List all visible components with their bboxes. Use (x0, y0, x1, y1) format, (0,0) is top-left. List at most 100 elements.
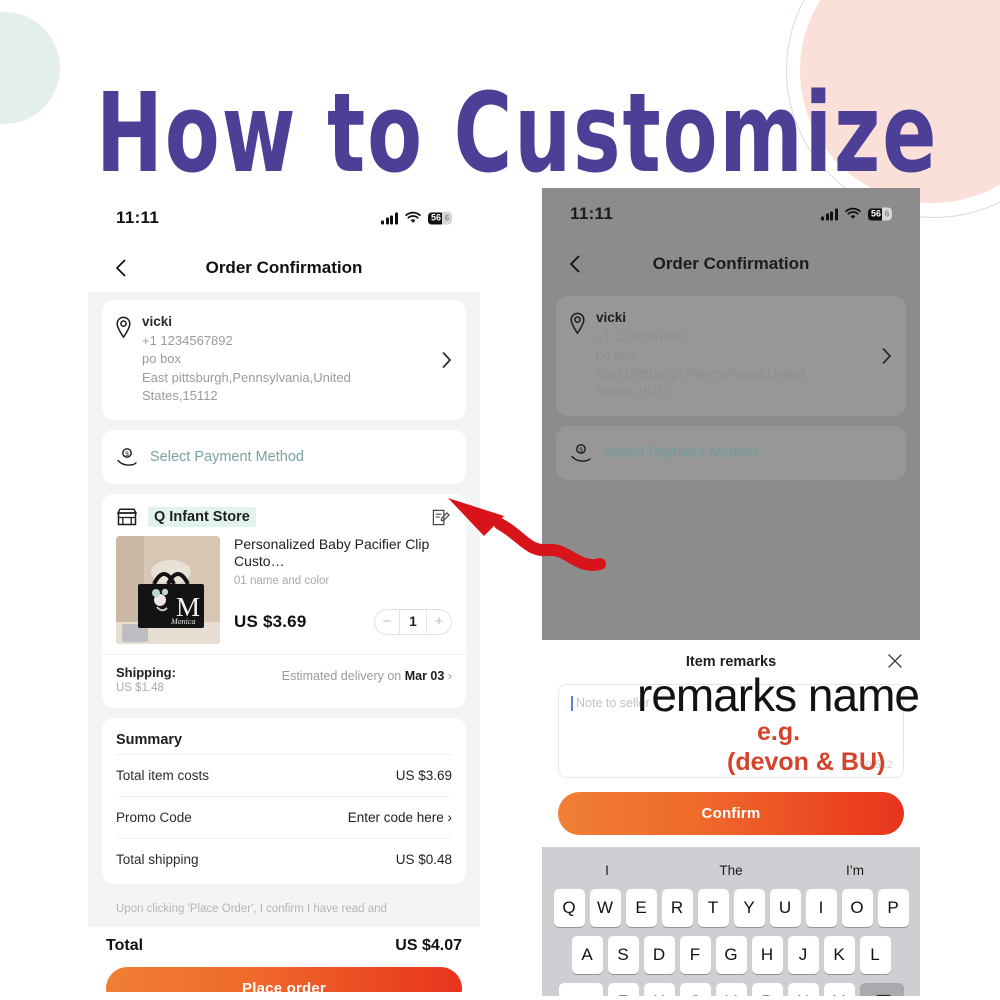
key-O[interactable]: O (841, 889, 873, 927)
key-Q[interactable]: Q (553, 889, 585, 927)
key-F[interactable]: F (679, 936, 711, 974)
annotation-eg: e.g. (757, 718, 801, 746)
product-row[interactable]: M Monica Personalized Baby Pacifier Clip… (102, 535, 466, 654)
key-I[interactable]: I (805, 889, 837, 927)
key-C[interactable]: C (679, 983, 711, 996)
annotation-remarks-name: remarks name (637, 669, 920, 721)
payment-hand-icon: $ (571, 443, 591, 462)
store-product-card: Q Infant Store M Monica Personalized Bab… (102, 493, 466, 708)
legal-text: Upon clicking 'Place Order', I confirm I… (102, 893, 466, 927)
key-T[interactable]: T (697, 889, 729, 927)
qty-value: 1 (399, 609, 427, 634)
address-line3: States,15112 (596, 384, 672, 400)
key-L[interactable]: L (859, 936, 891, 974)
address-line2: East pittsburgh,Pennsylvania,United (142, 369, 351, 385)
prediction-item[interactable]: The (669, 863, 793, 878)
nav-title: Order Confirmation (205, 258, 363, 277)
key-X[interactable]: X (643, 983, 675, 996)
product-image: M Monica (116, 535, 220, 644)
prediction-item[interactable]: I’m (793, 863, 917, 878)
delivery-text: Estimated delivery on (281, 668, 405, 683)
key-H[interactable]: H (751, 936, 783, 974)
key-A[interactable]: A (571, 936, 603, 974)
summary-row: Total shipping US $0.48 (116, 837, 452, 880)
qty-decrease-button[interactable]: − (375, 610, 399, 634)
back-arrow-icon[interactable] (110, 256, 134, 280)
store-icon (116, 508, 138, 526)
signal-bars-icon (821, 208, 838, 220)
poster-canvas: How to Customize 11:11 56 6 Order Confir… (0, 0, 1000, 1000)
summary-row: Total item costs US $3.69 (116, 753, 452, 796)
confirm-button[interactable]: Confirm (558, 792, 904, 835)
wifi-icon (405, 211, 421, 223)
key-G[interactable]: G (715, 936, 747, 974)
key-Y[interactable]: Y (733, 889, 765, 927)
key-E[interactable]: E (625, 889, 657, 927)
address-line2: East pittsburgh,Pennsylvania,United (596, 365, 805, 381)
store-name: Q Infant Store (148, 506, 256, 527)
product-title: Personalized Baby Pacifier Clip Custo… (234, 535, 430, 570)
qty-increase-button[interactable]: + (427, 610, 451, 634)
address-line3: States,15112 (142, 388, 218, 404)
address-phone: +1 1234567892 (142, 333, 233, 348)
store-header[interactable]: Q Infant Store (102, 494, 466, 536)
chevron-right-icon: › (447, 668, 452, 683)
key-W[interactable]: W (589, 889, 621, 927)
address-card[interactable]: vicki +1 1234567892 po box East pittsbur… (556, 296, 906, 416)
key-Z[interactable]: Z (607, 983, 639, 996)
quantity-stepper[interactable]: − 1 + (374, 608, 452, 635)
shipping-row[interactable]: Shipping: US $1.48 Estimated delivery on… (102, 653, 466, 708)
keyboard-row-2: ASDFGHJKL (545, 936, 917, 974)
text-caret (571, 696, 573, 711)
status-time: 11:11 (116, 208, 160, 227)
key-K[interactable]: K (823, 936, 855, 974)
location-pin-icon (570, 312, 585, 335)
key-V[interactable]: V (715, 983, 747, 996)
page-title: How to Customize (96, 70, 939, 198)
keyboard-row-3: ZXCVBNM (545, 983, 917, 996)
battery-icon: 56 6 (867, 207, 892, 221)
svg-text:$: $ (125, 451, 129, 458)
signal-bars-icon (381, 212, 398, 224)
red-arrow-annotation (448, 498, 606, 572)
total-value: US $4.07 (395, 936, 462, 954)
total-label: Total (106, 936, 144, 954)
key-R[interactable]: R (661, 889, 693, 927)
left-phone-screen: 11:11 56 6 Order Confirmation vicki +1 1… (88, 192, 480, 992)
key-M[interactable]: M (823, 983, 855, 996)
back-arrow-icon[interactable] (564, 252, 588, 276)
prediction-item[interactable]: I (545, 863, 669, 878)
key-P[interactable]: P (877, 889, 909, 927)
chevron-right-icon (442, 352, 451, 368)
key-D[interactable]: D (643, 936, 675, 974)
payment-hand-icon: $ (117, 447, 137, 466)
shipping-label: Shipping: (116, 664, 176, 680)
payment-method-label: Select Payment Method (150, 448, 304, 465)
key-J[interactable]: J (787, 936, 819, 974)
key-N[interactable]: N (787, 983, 819, 996)
shift-arrow-icon[interactable] (558, 983, 603, 996)
select-payment-method-row[interactable]: $ Select Payment Method (556, 425, 906, 480)
key-B[interactable]: B (751, 983, 783, 996)
estimated-delivery: Estimated delivery on Mar 03 › (282, 665, 452, 683)
address-line1: po box (596, 347, 636, 363)
wifi-icon (845, 207, 861, 219)
key-S[interactable]: S (607, 936, 639, 974)
delivery-date: Mar 03 (404, 668, 445, 683)
select-payment-method-row[interactable]: $ Select Payment Method (102, 429, 466, 484)
summary-title: Summary (116, 731, 183, 748)
backspace-icon[interactable] (859, 983, 904, 996)
summary-row[interactable]: Promo Code Enter code here › (116, 795, 452, 838)
summary-row-label: Total item costs (116, 767, 210, 783)
keyboard-row-1: QWERTYUIOP (545, 889, 917, 927)
battery-icon: 56 6 (427, 211, 452, 225)
summary-row-value[interactable]: Enter code here › (348, 810, 452, 825)
summary-row-value: US $3.69 (395, 767, 452, 783)
key-U[interactable]: U (769, 889, 801, 927)
place-order-button[interactable]: Place order (106, 966, 462, 992)
annotation-example: (devon & BU) (727, 748, 886, 776)
status-time: 11:11 (570, 204, 614, 223)
prediction-bar: I The I’m (545, 851, 917, 889)
address-card[interactable]: vicki +1 1234567892 po box East pittsbur… (102, 300, 466, 420)
chevron-right-icon (882, 348, 891, 364)
